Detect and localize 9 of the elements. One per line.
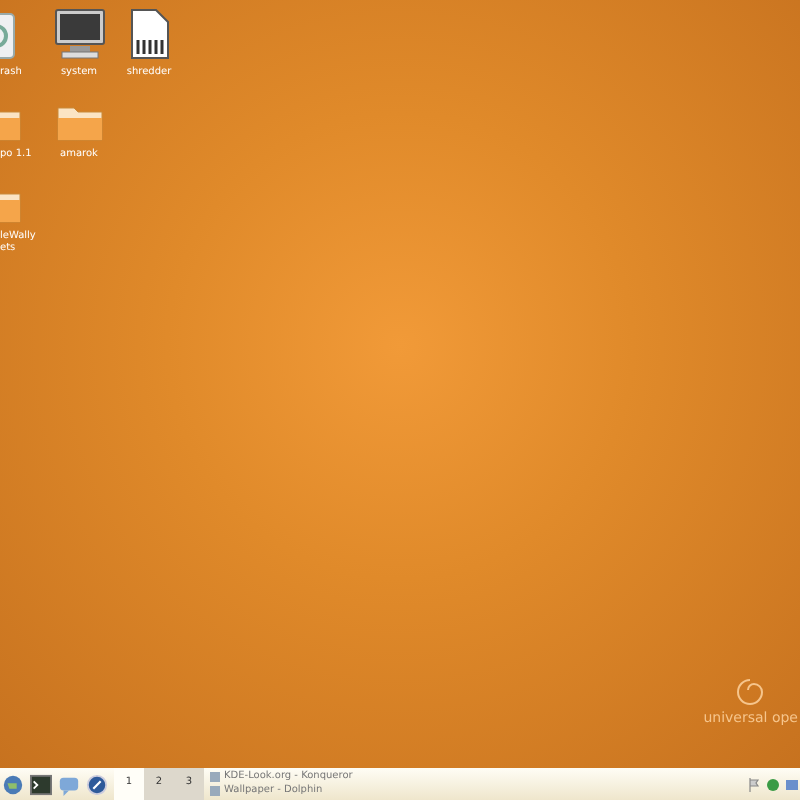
tray-icon[interactable] (766, 777, 780, 791)
document-icon (129, 8, 169, 60)
flag-icon[interactable] (748, 777, 760, 791)
folder-icon (55, 102, 103, 142)
globe-icon[interactable] (2, 773, 24, 795)
swirl-logo-icon (734, 675, 767, 707)
terminal-icon[interactable] (30, 773, 52, 795)
network-icon[interactable] (786, 777, 798, 791)
monitor-icon (53, 8, 105, 60)
